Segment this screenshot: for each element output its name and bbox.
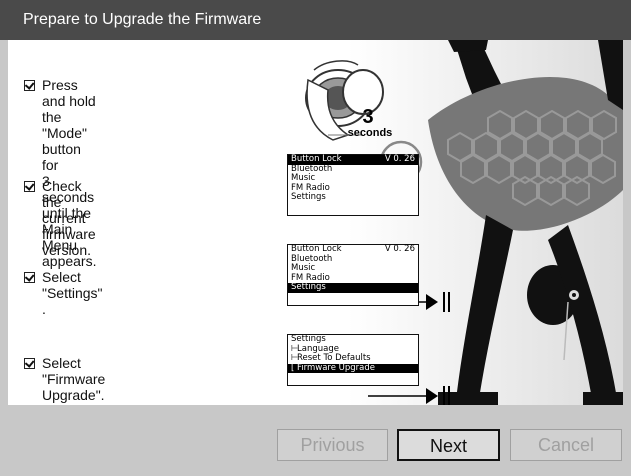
next-button[interactable]: Next	[397, 429, 500, 461]
step-2-text: Check the current firmware version.	[42, 178, 96, 258]
step-4-text: Select "Firmware Upgrade".	[42, 355, 106, 403]
previous-button[interactable]: Privious	[277, 429, 388, 461]
firmware-version: V 0. 26	[384, 154, 415, 164]
step-1-checkbox[interactable]	[24, 80, 35, 91]
wizard-content: 3 seconds Press and hold the "Mode" butt…	[8, 40, 623, 405]
window-title: Prepare to Upgrade the Firmware	[23, 11, 262, 28]
firmware-version: V 0. 26	[384, 244, 415, 254]
menu-row: ⌊ Firmware Upgrade	[288, 363, 418, 373]
device-menu-firmware-upgrade: Settings ⊢ Language ⊢ Reset To Defaults ⌊ F…	[287, 334, 419, 386]
firmware-wizard-window: Prepare to Upgrade the Firmware 3 second…	[0, 0, 631, 476]
step-4-checkbox[interactable]	[24, 358, 35, 369]
device-menu-settings-selected: Button Lock V 0. 26 Bluetooth Music FM Ra…	[287, 244, 419, 306]
hold-count-unit: seconds	[348, 127, 393, 139]
cancel-button[interactable]: Cancel	[510, 429, 622, 461]
title-bar: Prepare to Upgrade the Firmware	[0, 0, 631, 40]
hold-count-number: 3	[362, 106, 373, 128]
menu-row: Settings	[291, 192, 326, 202]
menu-row: Settings	[288, 282, 418, 293]
step-3-checkbox[interactable]	[24, 272, 35, 283]
device-menu-main: Button Lock V 0. 26 Bluetooth Music FM Ra…	[287, 154, 419, 216]
step-2-checkbox[interactable]	[24, 181, 35, 192]
wizard-footer: Privious Next Cancel	[0, 405, 631, 476]
step-3-text: Select "Settings" .	[42, 269, 103, 317]
